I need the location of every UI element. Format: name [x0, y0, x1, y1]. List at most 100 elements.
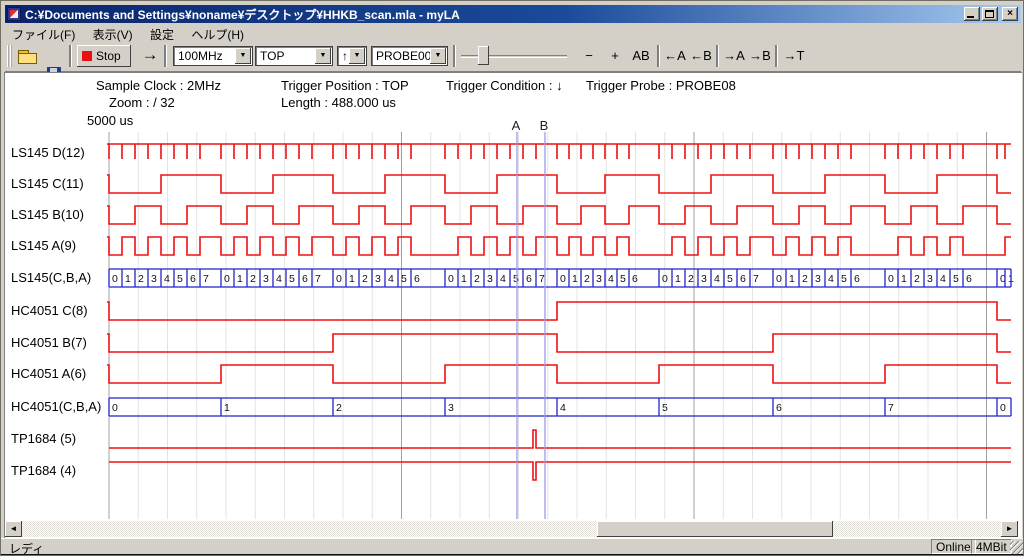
svg-text:0: 0: [776, 273, 782, 285]
svg-text:7: 7: [203, 273, 209, 285]
open-file-button[interactable]: [17, 47, 37, 65]
toolbar-separator: [716, 45, 718, 67]
stop-button[interactable]: Stop: [77, 45, 131, 67]
svg-text:6: 6: [854, 273, 860, 285]
close-button[interactable]: ×: [1002, 7, 1018, 21]
svg-text:4: 4: [608, 273, 614, 285]
toolbar-separator: [775, 45, 777, 67]
svg-text:0: 0: [662, 273, 668, 285]
app-icon: [7, 7, 21, 21]
trigger-probe-select[interactable]: PROBE00 ▼: [371, 46, 448, 66]
minimize-button[interactable]: [964, 7, 980, 21]
status-memory-badge: 4MBit: [971, 539, 1012, 554]
chevron-down-icon[interactable]: ▼: [430, 48, 446, 64]
svg-text:2: 2: [584, 273, 590, 285]
sample-clock-info: Sample Clock : 2MHz: [96, 78, 221, 93]
zoom-out-button[interactable]: −: [579, 46, 599, 66]
scrollbar-thumb[interactable]: [597, 521, 833, 537]
svg-text:3: 3: [448, 402, 454, 414]
sample-rate-select[interactable]: 100MHz ▼: [173, 46, 253, 66]
svg-text:5: 5: [513, 273, 519, 285]
length-info: Length : 488.000 us: [281, 95, 396, 110]
scroll-left-button[interactable]: ◄: [5, 521, 22, 537]
svg-text:5: 5: [662, 402, 668, 414]
svg-text:7: 7: [539, 273, 545, 285]
svg-text:4: 4: [714, 273, 720, 285]
svg-text:6: 6: [776, 402, 782, 414]
chevron-down-icon[interactable]: ▼: [349, 48, 365, 64]
trigger-position-select[interactable]: TOP ▼: [255, 46, 333, 66]
svg-text:0: 0: [112, 402, 118, 414]
trigger-edge-select[interactable]: ↑ ▼: [337, 46, 367, 66]
svg-text:2: 2: [474, 273, 480, 285]
toolbar-separator: [69, 45, 71, 67]
svg-text:5: 5: [177, 273, 183, 285]
trigger-probe-value: PROBE00: [376, 49, 431, 63]
svg-text:1: 1: [901, 273, 907, 285]
svg-text:3: 3: [815, 273, 821, 285]
sample-rate-value: 100MHz: [178, 49, 223, 63]
svg-text:A: A: [512, 118, 521, 133]
chevron-down-icon[interactable]: ▼: [235, 48, 251, 64]
resize-grip[interactable]: [1010, 541, 1023, 554]
svg-text:6: 6: [190, 273, 196, 285]
maximize-icon: [985, 10, 994, 18]
svg-text:2: 2: [336, 402, 342, 414]
svg-text:0: 0: [560, 273, 566, 285]
svg-text:1: 1: [572, 273, 578, 285]
svg-text:6: 6: [740, 273, 746, 285]
svg-text:3: 3: [151, 273, 157, 285]
goto-next-a-button[interactable]: →A: [721, 46, 747, 66]
run-button[interactable]: →: [137, 44, 163, 68]
svg-text:0: 0: [448, 273, 454, 285]
svg-text:4: 4: [940, 273, 946, 285]
goto-trigger-button[interactable]: →T: [781, 46, 807, 66]
svg-text:6: 6: [414, 273, 420, 285]
horizontal-scrollbar[interactable]: ◄ ►: [5, 521, 1018, 537]
toolbar-grip[interactable]: [7, 45, 12, 67]
svg-text:0: 0: [1000, 402, 1006, 414]
svg-text:6: 6: [966, 273, 972, 285]
svg-text:6: 6: [302, 273, 308, 285]
svg-text:2: 2: [250, 273, 256, 285]
menu-bar: ファイル(F) 表示(V) 設定 ヘルプ(H): [5, 24, 1021, 41]
svg-text:B: B: [540, 118, 549, 133]
svg-text:7: 7: [753, 273, 759, 285]
zoom-slider-handle[interactable]: [478, 46, 489, 65]
svg-text:3: 3: [375, 273, 381, 285]
toolbar-separator: [164, 45, 166, 67]
toolbar-separator: [453, 45, 455, 67]
zoom-ab-button[interactable]: AB: [629, 46, 653, 66]
goto-prev-b-button[interactable]: ←B: [688, 46, 714, 66]
svg-text:0: 0: [224, 273, 230, 285]
goto-prev-a-button[interactable]: ←A: [662, 46, 688, 66]
svg-text:1: 1: [789, 273, 795, 285]
svg-text:6: 6: [526, 273, 532, 285]
status-online-badge: Online: [931, 539, 976, 554]
minimize-icon: [967, 16, 974, 18]
svg-text:1: 1: [675, 273, 681, 285]
toolbar-separator: [657, 45, 659, 67]
svg-text:1: 1: [461, 273, 467, 285]
goto-next-b-button[interactable]: →B: [747, 46, 773, 66]
svg-text:5: 5: [289, 273, 295, 285]
svg-text:3: 3: [701, 273, 707, 285]
chevron-down-icon[interactable]: ▼: [315, 48, 331, 64]
svg-text:4: 4: [500, 273, 506, 285]
svg-text:5: 5: [953, 273, 959, 285]
svg-text:6: 6: [632, 273, 638, 285]
svg-text:3: 3: [263, 273, 269, 285]
svg-text:4: 4: [828, 273, 834, 285]
svg-text:5: 5: [401, 273, 407, 285]
trigger-probe-info: Trigger Probe : PROBE08: [586, 78, 736, 93]
trigger-position-value: TOP: [260, 49, 284, 63]
svg-text:4: 4: [388, 273, 394, 285]
waveform-canvas[interactable]: 0123456701234567012345601234567012345601…: [1, 111, 1024, 523]
title-bar[interactable]: C:¥Documents and Settings¥noname¥デスクトップ¥…: [5, 5, 1021, 23]
zoom-slider-track[interactable]: [461, 55, 567, 58]
status-bar: レディ Online 4MBit: [1, 538, 1024, 554]
window-title: C:¥Documents and Settings¥noname¥デスクトップ¥…: [25, 6, 460, 23]
zoom-in-button[interactable]: +: [605, 46, 625, 66]
scroll-right-button[interactable]: ►: [1001, 521, 1018, 537]
maximize-button[interactable]: [982, 7, 998, 21]
